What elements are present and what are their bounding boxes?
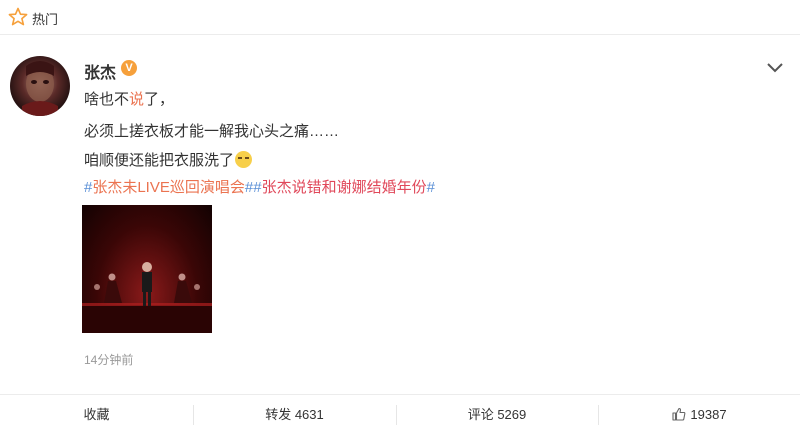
post-text-line-2: 必须上搓衣板才能一解我心头之痛…… (84, 123, 340, 140)
username[interactable]: 张杰 (84, 59, 116, 83)
post-text-line-3: 咱顺便还能把衣服洗了 (84, 149, 253, 170)
hashtag-symbol: # (426, 179, 435, 196)
comment-button[interactable]: 评论 5269 (397, 395, 597, 434)
post-timestamp[interactable]: 14分钟前 (84, 351, 133, 368)
like-button[interactable]: 19387 (599, 395, 800, 434)
favorite-label: 收藏 (83, 407, 110, 422)
post-text-line-1: 啥也不说了， (84, 88, 174, 109)
text-segment: 了， (144, 91, 175, 108)
hashtags: #张杰未LIVE巡回演唱会##张杰说错和谢娜结婚年份# (84, 176, 435, 197)
chevron-down-icon[interactable] (766, 62, 784, 74)
hashtag-symbol: # (253, 179, 262, 196)
text-segment: 咱顺便还能把衣服洗了 (84, 152, 235, 169)
section-label: 热门 (32, 12, 59, 27)
star-icon (8, 7, 28, 26)
repost-label: 转发 4631 (265, 407, 324, 422)
hashtag-text: 张杰未LIVE巡回演唱会 (92, 179, 245, 196)
repost-button[interactable]: 转发 4631 (194, 395, 395, 434)
avatar[interactable] (10, 56, 70, 116)
verified-badge-icon: V (121, 60, 137, 76)
top-bar: 热门 (0, 0, 800, 35)
crying-emoji-icon (235, 151, 253, 168)
favorite-button[interactable]: 收藏 (0, 395, 193, 434)
thumbs-up-icon (672, 407, 686, 421)
hashtag-symbol: # (244, 179, 254, 196)
comment-label: 评论 5269 (467, 407, 527, 422)
post-image[interactable] (82, 205, 212, 333)
hashtag-text: 张杰说错和谢娜结婚年份 (261, 179, 427, 196)
like-count: 19387 (690, 407, 727, 422)
avatar-image (22, 61, 58, 116)
text-segment: 啥也不 (84, 91, 130, 108)
hashtag-link[interactable]: #张杰未LIVE巡回演唱会# (84, 179, 253, 196)
highlight-text: 说 (129, 91, 145, 108)
action-bar: 收藏 转发 4631 评论 5269 19387 (0, 394, 800, 434)
hashtag-link[interactable]: #张杰说错和谢娜结婚年份# (253, 179, 435, 196)
concert-stage-image (82, 262, 212, 333)
